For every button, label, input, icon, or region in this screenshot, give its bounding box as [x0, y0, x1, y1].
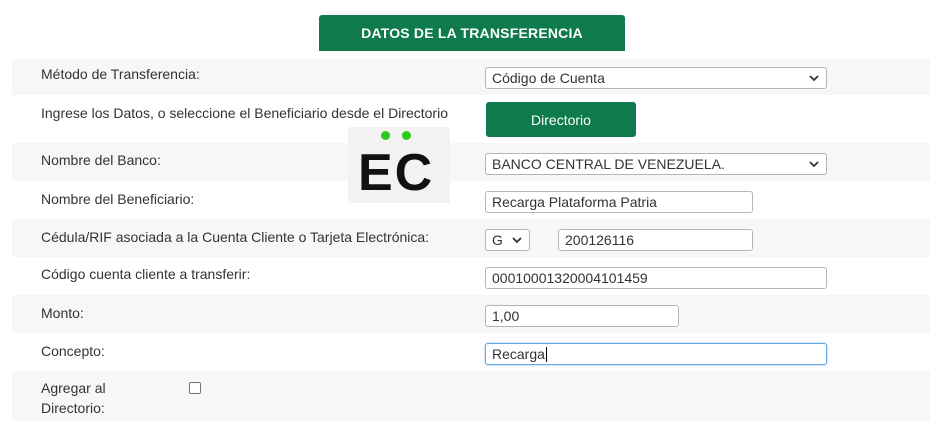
- row-codigo: Código cuenta cliente a transferir: 0001…: [12, 257, 930, 295]
- cedula-label: Cédula/RIF asociada a la Cuenta Cliente …: [41, 229, 430, 245]
- chevron-down-icon: [809, 161, 819, 168]
- beneficiario-input[interactable]: Recarga Plataforma Patria: [485, 191, 753, 213]
- concepto-input[interactable]: Recarga: [485, 343, 827, 365]
- cedula-prefix-select[interactable]: G: [485, 229, 530, 251]
- monto-input[interactable]: 1,00: [485, 305, 679, 327]
- row-cedula: Cédula/RIF asociada a la Cuenta Cliente …: [12, 219, 930, 257]
- agregar-label-line1: Agregar al: [41, 380, 106, 396]
- codigo-value: 00010001320004101459: [492, 270, 648, 286]
- logo-dot-left: [381, 131, 390, 140]
- banco-select[interactable]: BANCO CENTRAL DE VENEZUELA.: [485, 153, 827, 175]
- beneficiario-value: Recarga Plataforma Patria: [492, 194, 657, 210]
- row-directorio: Ingrese los Datos, o seleccione el Benef…: [12, 95, 930, 143]
- row-beneficiario: Nombre del Beneficiario: Recarga Platafo…: [12, 181, 930, 219]
- agregar-checkbox[interactable]: [189, 382, 201, 394]
- banco-label: Nombre del Banco:: [41, 152, 161, 168]
- row-banco: Nombre del Banco: BANCO CENTRAL DE VENEZ…: [12, 143, 930, 181]
- row-concepto: Concepto: Recarga: [12, 333, 930, 371]
- transfer-data-header: DATOS DE LA TRANSFERENCIA: [319, 15, 625, 51]
- cedula-value: 200126116: [565, 232, 635, 248]
- cedula-prefix-value: G: [492, 232, 503, 248]
- concepto-label: Concepto:: [41, 343, 105, 359]
- monto-label: Monto:: [41, 305, 84, 321]
- chevron-down-icon: [809, 75, 819, 82]
- agregar-label-line2: Directorio:: [41, 400, 105, 416]
- ec-logo: EC: [348, 127, 450, 203]
- metodo-label: Método de Transferencia:: [41, 66, 200, 82]
- row-metodo: Método de Transferencia: Código de Cuent…: [12, 59, 930, 95]
- codigo-label: Código cuenta cliente a transferir:: [41, 266, 251, 282]
- row-agregar: Agregar al Directorio:: [12, 371, 930, 421]
- cedula-input[interactable]: 200126116: [558, 229, 753, 251]
- text-caret: [545, 346, 547, 362]
- codigo-input[interactable]: 00010001320004101459: [485, 267, 827, 289]
- metodo-value: Código de Cuenta: [492, 70, 605, 86]
- banco-value: BANCO CENTRAL DE VENEZUELA.: [492, 156, 725, 172]
- metodo-select[interactable]: Código de Cuenta: [485, 67, 827, 89]
- directorio-label: Ingrese los Datos, o seleccione el Benef…: [41, 105, 448, 121]
- chevron-down-icon: [512, 237, 522, 244]
- logo-text: EC: [358, 144, 435, 202]
- row-monto: Monto: 1,00: [12, 295, 930, 333]
- monto-value: 1,00: [492, 308, 520, 324]
- directorio-button[interactable]: Directorio: [486, 102, 636, 137]
- beneficiario-label: Nombre del Beneficiario:: [41, 191, 195, 207]
- concepto-value: Recarga: [492, 346, 545, 362]
- logo-dot-right: [402, 131, 411, 140]
